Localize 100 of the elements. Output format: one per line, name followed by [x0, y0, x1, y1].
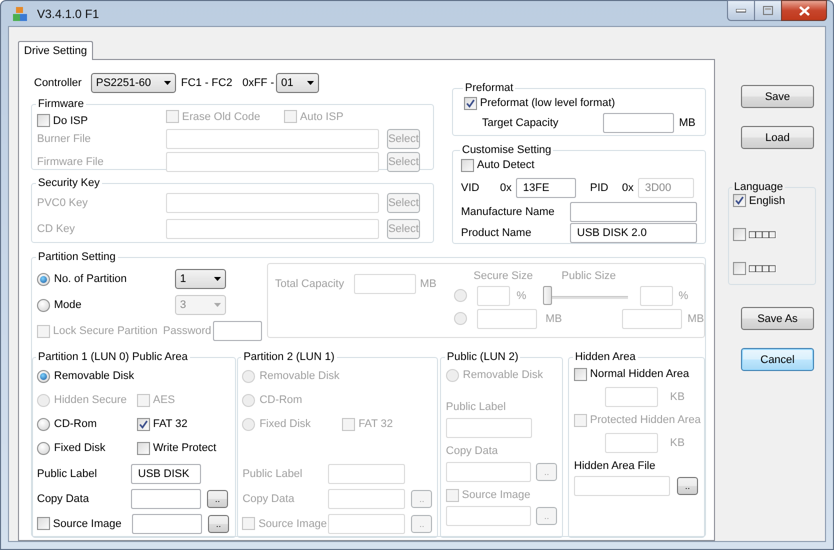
- radio-label[interactable]: Mode: [54, 299, 82, 311]
- minimize-button[interactable]: [727, 0, 755, 21]
- text-field[interactable]: [574, 476, 670, 496]
- field-label: Firmware File: [37, 156, 105, 168]
- field-label: Password: [163, 325, 212, 337]
- field-label: Total Capacity: [275, 278, 346, 290]
- radio-button[interactable]: [37, 298, 50, 312]
- checkbox[interactable]: [464, 96, 477, 110]
- field-label: Public Label: [446, 401, 506, 413]
- prefix-label: 0x: [622, 182, 635, 194]
- button[interactable]: Load: [741, 126, 814, 149]
- text-field[interactable]: [166, 219, 379, 239]
- unit-label: %: [516, 290, 528, 302]
- app-icon: [12, 6, 28, 22]
- unit-label: %: [678, 290, 688, 302]
- text-field[interactable]: [213, 321, 262, 341]
- field-label: Controller: [34, 77, 83, 89]
- checkbox[interactable]: [137, 418, 150, 430]
- caret-icon: [214, 303, 221, 307]
- checkbox-label[interactable]: Source Image: [53, 518, 122, 530]
- range-label: FC1 - FC2: [181, 77, 232, 89]
- checkbox-label[interactable]: English: [749, 194, 786, 206]
- field-label: Copy Data: [37, 492, 90, 504]
- checkbox-label[interactable]: Preformat (low level format): [480, 97, 616, 109]
- radio-label[interactable]: Removable Disk: [54, 370, 134, 382]
- text-field[interactable]: [603, 113, 674, 133]
- field-label: Target Capacity: [482, 117, 560, 129]
- browse-button[interactable]: ..: [208, 514, 229, 532]
- caret-icon: [307, 81, 314, 85]
- field-label: Public Label: [37, 468, 98, 480]
- group-title: Customise Setting: [462, 144, 552, 156]
- radio-button[interactable]: [37, 370, 50, 382]
- unit-label: KB: [670, 437, 685, 449]
- text-field[interactable]: [605, 433, 658, 453]
- field-label: Manufacture Name: [461, 206, 556, 218]
- text-field[interactable]: [131, 488, 201, 508]
- button[interactable]: Cancel: [741, 348, 814, 371]
- checkbox[interactable]: [733, 262, 746, 275]
- dropdown[interactable]: PS2251-60: [91, 73, 176, 93]
- caret-icon: [214, 277, 221, 281]
- maximize-icon: [763, 6, 773, 15]
- text-field[interactable]: [132, 514, 202, 534]
- radio-label[interactable]: Fixed Disk: [54, 442, 106, 454]
- text-field[interactable]: [570, 202, 697, 222]
- field-label: 0xFF -: [242, 77, 274, 89]
- maximize-button[interactable]: [754, 0, 782, 21]
- field-label: Burner File: [37, 132, 92, 144]
- radio-button[interactable]: [37, 272, 50, 286]
- radio-button[interactable]: [37, 442, 50, 454]
- field-label: PID: [590, 182, 610, 194]
- field-label: Secure Size: [474, 270, 534, 282]
- text-field[interactable]: [166, 193, 379, 213]
- checkbox[interactable]: [137, 442, 150, 454]
- radio-label[interactable]: No. of Partition: [54, 273, 127, 285]
- text-field[interactable]: 13FE: [516, 178, 576, 198]
- dropdown[interactable]: 1: [175, 269, 226, 289]
- button[interactable]: Save As: [741, 307, 814, 330]
- unit-label: MB: [420, 278, 436, 290]
- checkbox-label[interactable]: FAT 32: [153, 418, 188, 430]
- radio-label[interactable]: CD-Rom: [54, 418, 97, 430]
- checkbox-label[interactable]: Normal Hidden Area: [590, 368, 690, 380]
- checkbox[interactable]: [574, 368, 588, 380]
- field-label: Hidden Area File: [574, 460, 656, 472]
- checkbox[interactable]: [37, 114, 50, 127]
- radio-button[interactable]: [37, 418, 50, 430]
- window-title: V3.4.1.0 F1: [37, 6, 100, 20]
- text-field[interactable]: USB DISK 2.0: [570, 222, 697, 242]
- minimize-icon: [736, 8, 746, 12]
- checkbox-label[interactable]: Auto Detect: [477, 159, 534, 171]
- group-title: Firmware: [38, 98, 84, 110]
- field-label: VID: [461, 182, 480, 194]
- text-field[interactable]: [166, 152, 379, 172]
- checkbox-label[interactable]: Write Protect: [153, 442, 216, 454]
- checkbox-label[interactable]: □□□□: [749, 228, 776, 240]
- caret-icon: [164, 81, 171, 85]
- checkbox-label[interactable]: □□□□: [749, 262, 776, 274]
- tab[interactable]: Drive Setting: [18, 41, 93, 60]
- dropdown[interactable]: 01: [276, 73, 320, 93]
- field-label: CD Key: [37, 223, 76, 235]
- unit-label: MB: [546, 312, 563, 324]
- browse-button[interactable]: ..: [207, 490, 228, 508]
- group-title: Language: [734, 181, 783, 193]
- unit-label: MB: [688, 312, 704, 324]
- text-field[interactable]: USB DISK: [131, 464, 201, 484]
- checkbox[interactable]: [37, 517, 50, 530]
- checkbox[interactable]: [461, 158, 474, 172]
- checkbox[interactable]: [733, 194, 746, 207]
- field-label: Product Name: [461, 226, 532, 238]
- text-field[interactable]: [166, 128, 379, 148]
- field-label: Public Size: [562, 270, 616, 282]
- group-title: Partition 1 (LUN 0) Public Area: [38, 351, 188, 363]
- checkbox-label[interactable]: Do ISP: [53, 114, 88, 126]
- checkbox[interactable]: [733, 228, 746, 241]
- field-label: PVC0 Key: [37, 197, 89, 209]
- text-field[interactable]: [605, 387, 658, 407]
- field-label: Public Label: [242, 468, 304, 480]
- group-title: Hidden Area: [575, 351, 636, 363]
- browse-button[interactable]: ..: [677, 477, 698, 495]
- close-button[interactable]: [781, 0, 827, 21]
- button[interactable]: Save: [741, 85, 814, 108]
